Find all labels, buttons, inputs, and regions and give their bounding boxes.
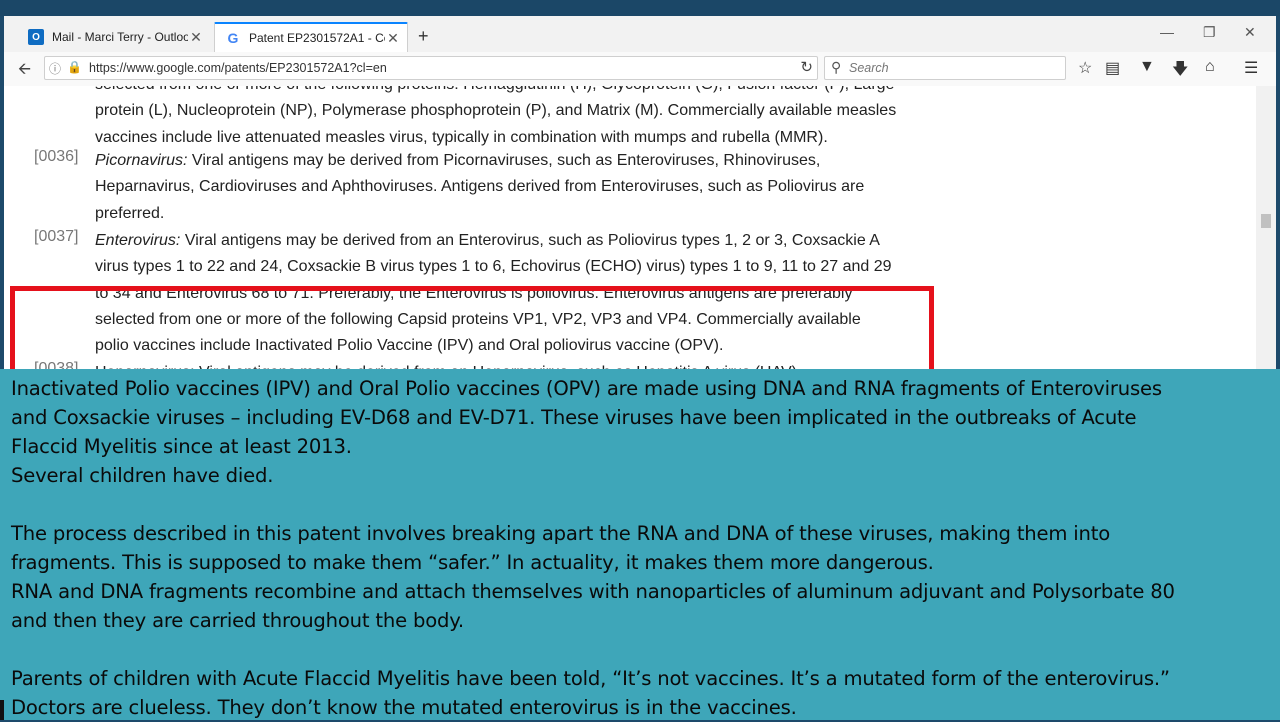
desktop-top-strip: [0, 0, 1280, 16]
paragraph-number: [0037]: [34, 228, 79, 245]
annotation-line: RNA and DNA fragments recombine and atta…: [11, 580, 1175, 603]
search-placeholder: Search: [849, 61, 889, 75]
close-window-icon[interactable]: ✕: [1244, 24, 1256, 41]
paragraph-number: [0036]: [34, 148, 79, 165]
annotation-spacer: [11, 490, 1271, 519]
reader-view-icon[interactable]: ▤: [1105, 58, 1120, 78]
annotation-line: and then they are carried throughout the…: [11, 609, 464, 632]
search-icon: ⚲: [831, 59, 842, 75]
annotation-line: Parents of children with Acute Flaccid M…: [11, 667, 1170, 690]
lock-icon: 🔒: [67, 60, 82, 74]
home-icon[interactable]: ⌂: [1205, 58, 1215, 76]
tab-outlook-mail[interactable]: O Mail - Marci Terry - Outlook ✕: [22, 22, 210, 52]
annotation-line: Several children have died.: [11, 464, 274, 487]
text-line: protein (L), Nucleoprotein (NP), Polymer…: [95, 102, 897, 120]
restore-icon[interactable]: ❐: [1203, 24, 1216, 41]
info-icon[interactable]: ⓘ: [49, 60, 61, 77]
new-tab-button[interactable]: +: [418, 26, 429, 47]
text-line: preferred.: [95, 204, 165, 222]
back-arrow-icon[interactable]: 🡨: [18, 58, 31, 85]
outlook-icon: O: [28, 29, 44, 45]
annotation-panel: Inactivated Polio vaccines (IPV) and Ora…: [0, 369, 1280, 720]
annotation-text: Inactivated Polio vaccines (IPV) and Ora…: [11, 374, 1271, 722]
close-tab-icon[interactable]: ✕: [385, 30, 401, 47]
highlight-box: [10, 286, 934, 370]
tab-title: Mail - Marci Terry - Outlook: [52, 30, 188, 44]
paragraph-text: selected from one or more of the followi…: [95, 86, 925, 151]
paragraph-text: Picornavirus: Viral antigens may be deri…: [95, 148, 925, 227]
search-input[interactable]: ⚲ Search: [824, 56, 1066, 80]
navigation-toolbar: 🡨 ⓘ 🔒 https://www.google.com/patents/EP2…: [4, 52, 1276, 87]
annotation-line: Doctors are clueless. They don’t know th…: [11, 696, 797, 719]
annotation-line: The process described in this patent inv…: [11, 522, 1111, 545]
text-line: Viral antigens may be derived from Picor…: [187, 152, 821, 169]
pocket-icon[interactable]: ▼: [1139, 58, 1155, 76]
text-line: virus types 1 to 22 and 24, Coxsackie B …: [95, 258, 892, 276]
bookmark-star-icon[interactable]: ☆: [1078, 58, 1092, 78]
reload-icon[interactable]: ↻: [800, 58, 813, 76]
text-line: vaccines include live attenuated measles…: [95, 128, 828, 146]
annotation-line: Flaccid Myelitis since at least 2013.: [11, 435, 352, 458]
url-text[interactable]: https://www.google.com/patents/EP2301572…: [89, 61, 387, 75]
address-bar[interactable]: ⓘ 🔒 https://www.google.com/patents/EP230…: [44, 56, 818, 80]
google-icon: G: [227, 30, 239, 46]
text-line: Viral antigens may be derived from an En…: [180, 232, 880, 249]
tab-bar: O Mail - Marci Terry - Outlook ✕ G Paten…: [4, 16, 1276, 53]
term-label: Picornavirus:: [95, 152, 188, 169]
text-line: selected from one or more of the followi…: [95, 86, 925, 98]
tab-patent[interactable]: G Patent EP2301572A1 - Cell... ✕: [214, 22, 408, 52]
minimize-icon[interactable]: —: [1160, 24, 1174, 40]
text-line: Heparnavirus, Cardioviruses and Aphthovi…: [95, 178, 865, 196]
window-edge: [0, 700, 4, 720]
annotation-line: and Coxsackie viruses – including EV-D68…: [11, 406, 1137, 429]
term-label: Enterovirus:: [95, 232, 181, 249]
annotation-spacer: [11, 635, 1271, 664]
scrollbar-thumb[interactable]: [1261, 214, 1271, 228]
annotation-line: fragments. This is supposed to make them…: [11, 551, 934, 574]
downloads-icon[interactable]: 🡇: [1172, 58, 1188, 85]
vertical-scrollbar[interactable]: [1256, 86, 1276, 370]
close-tab-icon[interactable]: ✕: [188, 29, 204, 46]
tab-title: Patent EP2301572A1 - Cell...: [249, 31, 385, 45]
menu-icon[interactable]: ☰: [1244, 58, 1258, 78]
annotation-line: Inactivated Polio vaccines (IPV) and Ora…: [11, 377, 1162, 400]
patent-page-content: selected from one or more of the followi…: [4, 86, 1256, 370]
